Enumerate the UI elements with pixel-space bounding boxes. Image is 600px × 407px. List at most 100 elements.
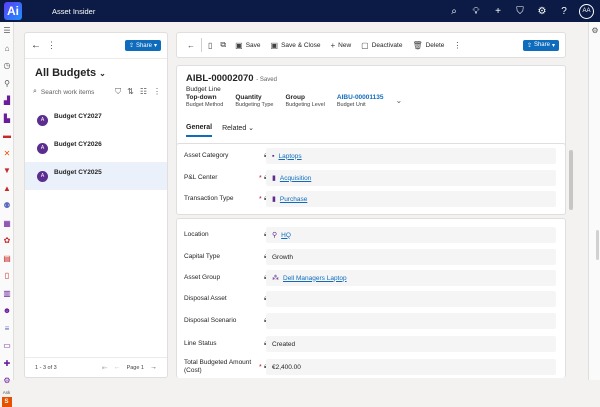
header-field: Group Budgeting Level [285, 94, 324, 108]
help-icon[interactable]: ? [553, 0, 575, 22]
record-avatar: A [37, 170, 48, 182]
nav-bin-icon[interactable]: ▯ [0, 267, 14, 285]
page-scrollbar[interactable] [596, 230, 599, 260]
tab-general[interactable]: General [186, 124, 213, 137]
more-commands-button[interactable]: ⋮ [449, 32, 465, 58]
deactivate-button[interactable]: ▢ Deactivate [356, 32, 407, 58]
back-arrow-icon[interactable]: ← [31, 40, 47, 51]
budget-unit-link[interactable]: AIBU-00001135 [337, 94, 384, 101]
transaction-type-field[interactable]: ▮ Purchase [266, 191, 556, 207]
filter-icon[interactable]: ⛉ [509, 0, 531, 22]
sort-icon[interactable]: ⇅ [127, 87, 134, 97]
field-link[interactable]: Acquisition [280, 175, 311, 182]
settings-icon[interactable]: ⚙ [531, 0, 553, 22]
asset-category-field[interactable]: ▪ Laptops [266, 148, 556, 164]
form-scrollbar[interactable] [569, 150, 573, 210]
lightbulb-icon[interactable]: 💡︎ [465, 0, 487, 22]
share-icon: ⇪ [128, 43, 134, 49]
nav-badge[interactable]: S [1, 396, 12, 407]
nav-ask-label[interactable]: Ask [0, 390, 13, 395]
field-value: Created [272, 340, 296, 348]
more-options-icon[interactable]: ⋮ [153, 87, 161, 97]
search-icon: ⌕ [33, 88, 37, 95]
line-status-field[interactable]: Created [266, 336, 556, 352]
home-icon[interactable]: ⌂ [0, 40, 14, 58]
expand-header-icon[interactable]: ⌄ [396, 96, 403, 108]
field-link[interactable]: Purchase [280, 196, 307, 203]
list-view-icon[interactable]: ☷ [140, 87, 147, 97]
menu-icon[interactable]: ☰ [0, 22, 14, 40]
share-button[interactable]: ⇪ Share ▾ [522, 39, 559, 51]
nav-alert-icon[interactable]: ▲ [0, 180, 14, 198]
nav-tools-icon[interactable]: ✕ [0, 145, 14, 163]
first-page-icon[interactable]: ⇤ [102, 364, 108, 372]
nav-list-icon[interactable]: ≡ [0, 320, 14, 338]
filter-icon[interactable]: ⛉ [115, 87, 121, 97]
asset-group-field[interactable]: ⁂ Dell Managers Laptop [266, 270, 556, 286]
disposal-asset-field[interactable] [266, 291, 556, 307]
header-field-value: Quantity [235, 94, 262, 101]
location-field[interactable]: ⚲ HQ [266, 227, 556, 243]
nav-people-icon[interactable]: ⚉ [0, 197, 14, 215]
nav-trash-icon[interactable]: ▼ [0, 162, 14, 180]
new-button[interactable]: + New [325, 32, 356, 58]
user-avatar[interactable]: AA [579, 3, 594, 19]
nav-book-icon[interactable]: ▥ [0, 285, 14, 303]
app-logo[interactable]: Ai [4, 2, 22, 20]
capital-type-field[interactable]: Growth [266, 249, 556, 265]
divider [201, 38, 202, 52]
share-button[interactable]: ⇪ Share ▾ [124, 40, 161, 51]
field-row: Disposal Asset 🔒︎ [184, 289, 559, 309]
field-label: P&L Center [184, 174, 218, 181]
nav-budget-icon[interactable]: ▙ [0, 110, 14, 128]
save-button[interactable]: ▣ Save [230, 32, 265, 58]
field-label: Total Budgeted Amount (Cost) [184, 359, 252, 374]
save-close-label: Save & Close [281, 41, 321, 49]
total-budgeted-amount-field[interactable]: €2,400.00 [266, 359, 556, 375]
list-item-selected[interactable]: A Budget CY2025 [25, 162, 167, 190]
popout-button[interactable]: ⧉ [216, 32, 230, 58]
search-input[interactable]: Search work items [41, 89, 94, 96]
save-icon: ▣ [235, 40, 243, 50]
more-options-icon[interactable]: ⋮ [47, 40, 61, 51]
field-row: Capital Type 🔒︎ Growth [184, 247, 559, 267]
form-view-button[interactable]: ▯ [204, 32, 216, 58]
list-item[interactable]: A Budget CY2027 [25, 106, 167, 134]
nav-card-icon[interactable]: ▬ [0, 127, 14, 145]
pin-icon[interactable]: ⚲ [0, 75, 14, 93]
group-icon: ⁂ [272, 275, 279, 282]
app-name[interactable]: Asset Insider [52, 7, 95, 16]
plus-icon[interactable]: + [487, 0, 509, 22]
search-icon[interactable]: ⌕ [443, 0, 465, 22]
left-nav: ☰ ⌂ ◷ ⚲ ▟ ▙ ▬ ✕ ▼ ▲ ⚉ ▦ ✿ ▤ ▯ ▥ ☻ ≡ ▭ ✚ … [0, 22, 14, 407]
pl-center-field[interactable]: ▮ Acquisition [266, 170, 556, 186]
field-link[interactable]: HQ [281, 232, 291, 239]
list-item[interactable]: A Budget CY2026 [25, 134, 167, 162]
plus-icon: + [330, 40, 336, 50]
prev-page-icon[interactable]: ← [114, 364, 121, 371]
nav-user-icon[interactable]: ☻ [0, 302, 14, 320]
back-button[interactable]: ← [183, 32, 199, 58]
recent-icon[interactable]: ◷ [0, 57, 14, 75]
field-link[interactable]: Laptops [278, 153, 301, 160]
field-label: Line Status [184, 340, 217, 347]
nav-doc-icon[interactable]: ▤ [0, 250, 14, 268]
nav-plugin-icon[interactable]: ✚ [0, 355, 14, 373]
nav-palette-icon[interactable]: ✿ [0, 232, 14, 250]
open-new-icon: ⧉ [220, 40, 227, 49]
nav-folder-icon[interactable]: ▭ [0, 337, 14, 355]
list-pane: ← ⋮ ⇪ Share ▾ All Budgets ⌄ ⌕ Search wor… [24, 32, 168, 378]
tab-related[interactable]: Related ⌄ [222, 124, 254, 137]
nav-grid-icon[interactable]: ▦ [0, 215, 14, 233]
settings-icon[interactable]: ⚙ [589, 22, 600, 40]
field-link[interactable]: Dell Managers Laptop [283, 275, 347, 282]
delete-button[interactable]: 🗑︎ Delete [407, 32, 449, 58]
view-selector[interactable]: All Budgets ⌄ [35, 67, 167, 79]
nav-settings-icon[interactable]: ⚙ [0, 372, 14, 390]
header-fields: Top-down Budget Method Quantity Budgetin… [186, 94, 402, 108]
save-close-button[interactable]: ▣ Save & Close [266, 32, 326, 58]
field-row: Asset Group 🔒︎ ⁂Dell Managers Laptop [184, 268, 559, 288]
next-page-icon[interactable]: → [150, 364, 157, 371]
nav-assets-icon[interactable]: ▟ [0, 92, 14, 110]
disposal-scenario-field[interactable] [266, 313, 556, 329]
